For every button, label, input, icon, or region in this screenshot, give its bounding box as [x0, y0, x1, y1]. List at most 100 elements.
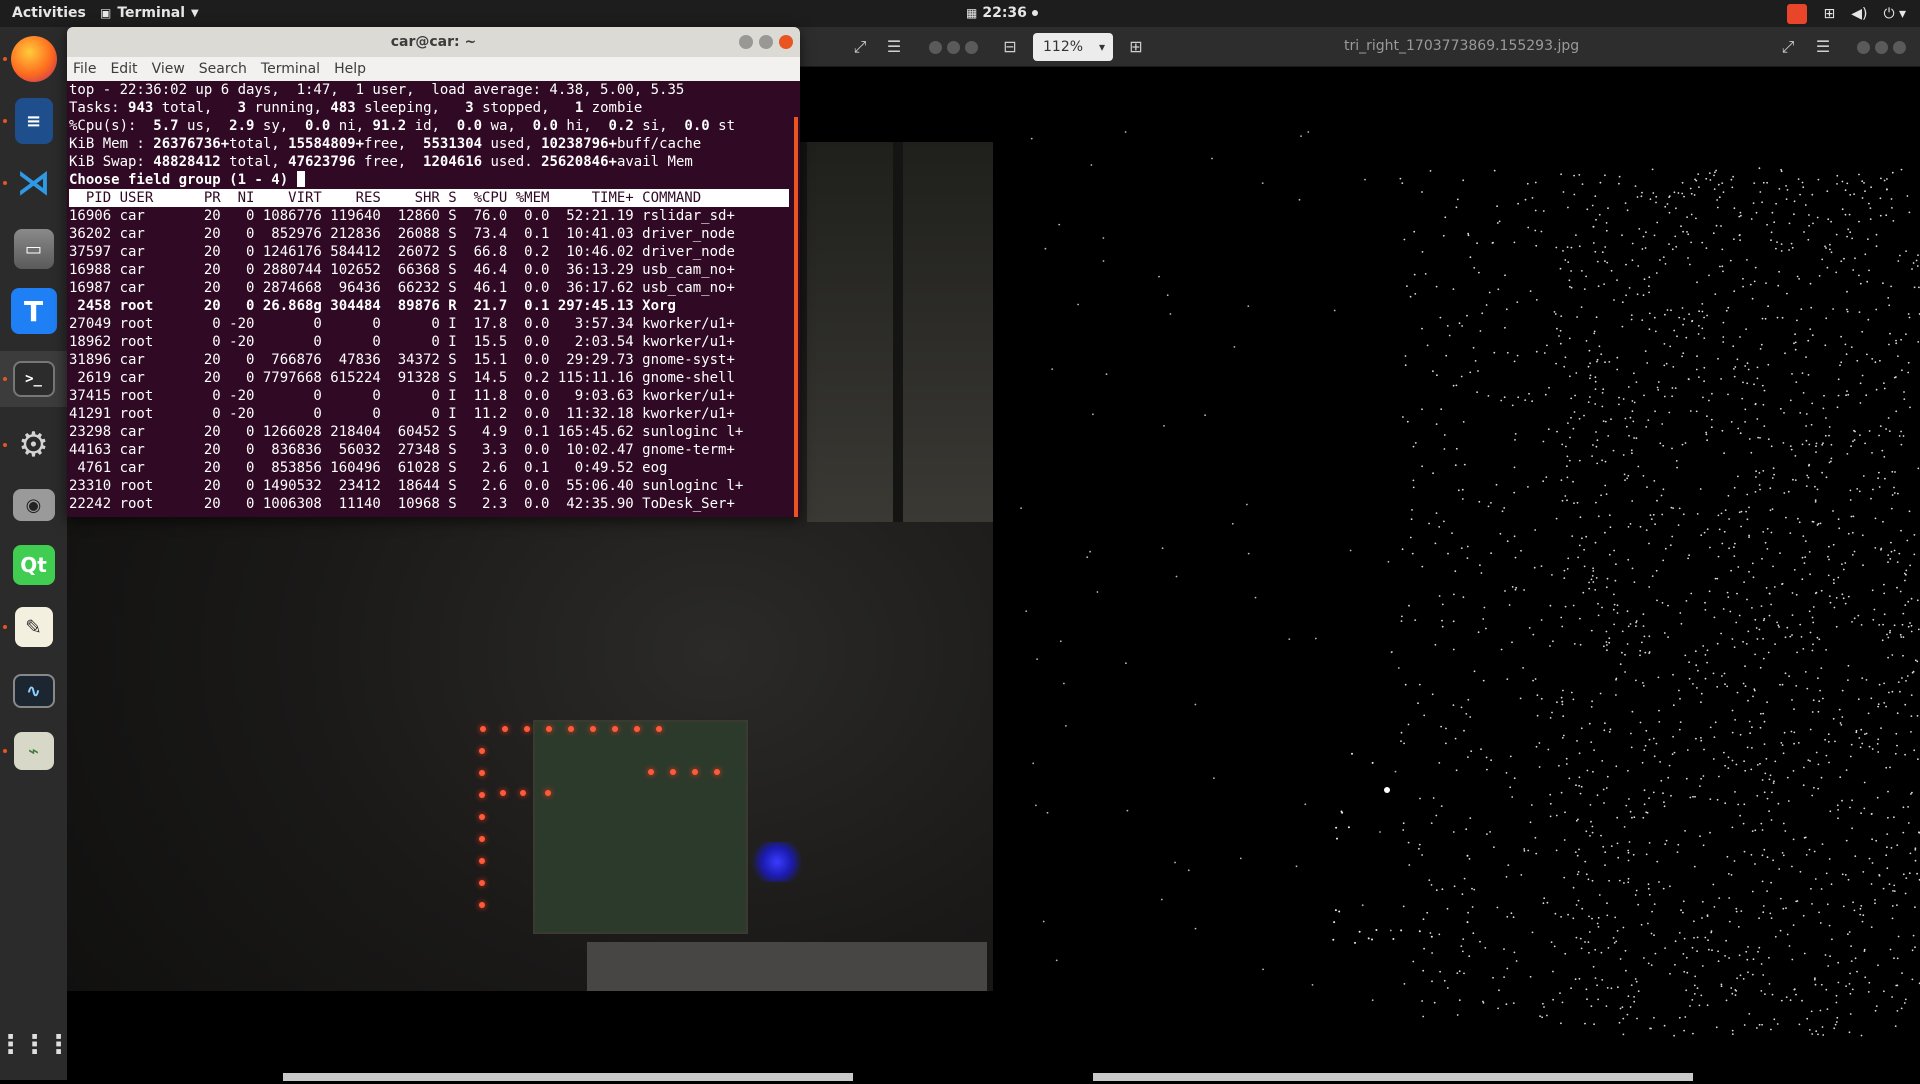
show-applications-button[interactable]: ⋮⋮⋮ — [0, 1017, 72, 1073]
led-light — [479, 836, 485, 842]
led-light — [590, 726, 596, 732]
process-table: 16906 car 20 0 1086776 119640 12860 S 76… — [69, 207, 792, 513]
dock-files[interactable]: ▭ — [0, 221, 67, 277]
system-tray[interactable]: ⊞ ◀) ⏻ ▾ — [1787, 4, 1906, 24]
menu-search[interactable]: Search — [199, 61, 247, 77]
camera-icon: ◉ — [12, 489, 55, 521]
sunlogin-icon[interactable] — [1787, 4, 1808, 24]
writer-icon: ≡ — [14, 98, 53, 144]
notification-dot — [1031, 10, 1038, 16]
dock-qt[interactable]: Qt — [0, 537, 67, 593]
dock-settings[interactable]: ⚙ — [0, 417, 67, 473]
terminal-icon: ▣ — [100, 6, 112, 20]
zoom-in-button[interactable]: ⊞ — [1123, 35, 1149, 59]
close-button[interactable] — [1893, 41, 1906, 54]
power-icon[interactable]: ⏻ ▾ — [1883, 6, 1906, 22]
menu-file[interactable]: File — [73, 61, 96, 77]
terminal-icon: >_ — [12, 361, 55, 397]
led-light — [479, 792, 485, 798]
terminal-output[interactable]: top - 22:36:02 up 6 days, 1:47, 1 user, … — [67, 81, 792, 517]
table-row: 23298 car 20 0 1266028 218404 60452 S 4.… — [69, 424, 744, 440]
menu-help[interactable]: Help — [334, 61, 366, 77]
firefox-icon — [10, 36, 57, 82]
close-button[interactable] — [779, 35, 793, 49]
fullscreen-icon[interactable]: ⤢ — [1775, 35, 1801, 59]
minimize-button[interactable] — [929, 41, 942, 54]
clock-time: 22:36 — [982, 5, 1027, 21]
table-row: 37415 root 0 -20 0 0 0 I 11.8 0.0 9:03.6… — [69, 388, 735, 404]
zoom-value: 112% — [1043, 39, 1084, 55]
process-table-header: PID USER PR NI VIRT RES SHR S %CPU %MEM … — [69, 189, 789, 207]
top-summary-line: top - 22:36:02 up 6 days, 1:47, 1 user, … — [69, 82, 685, 98]
minimize-button[interactable] — [1857, 41, 1870, 54]
text-cursor — [296, 171, 305, 187]
dock-vscode[interactable]: ⋊ — [0, 155, 67, 211]
led-light — [714, 769, 720, 775]
dock-camera[interactable]: ◉ — [0, 477, 67, 533]
minimize-button[interactable] — [739, 35, 753, 49]
terminal-window[interactable]: car@car: ~ File Edit View Search Termina… — [67, 27, 800, 517]
fullscreen-icon[interactable]: ⤢ — [847, 35, 873, 59]
led-light — [546, 726, 552, 732]
dock-terminal[interactable]: >_ — [0, 351, 67, 407]
app-name: Terminal — [117, 5, 186, 21]
terminal-title: car@car: ~ — [390, 34, 477, 50]
zoom-select[interactable]: 112% ▾ — [1033, 33, 1113, 61]
zoom-out-button[interactable]: ⊟ — [997, 35, 1023, 59]
led-light — [479, 770, 485, 776]
led-light — [480, 726, 486, 732]
dock-firefox[interactable] — [0, 31, 67, 87]
led-light — [520, 790, 526, 796]
dock-remmina[interactable]: ⌁ — [0, 723, 67, 779]
led-light — [479, 880, 485, 886]
table-row: 27049 root 0 -20 0 0 0 I 17.8 0.0 3:57.3… — [69, 316, 735, 332]
led-light — [479, 858, 485, 864]
top-bar: Activities ▣ Terminal ▼ ▦ 22:36 ⊞ ◀) ⏻ ▾ — [0, 0, 1920, 27]
led-light — [479, 814, 485, 820]
photo-led-board — [533, 720, 748, 934]
table-row: 4761 car 20 0 853856 160496 61028 S 2.6 … — [69, 460, 668, 476]
table-row: 36202 car 20 0 852976 212836 26088 S 73.… — [69, 226, 735, 242]
qt-icon: Qt — [12, 545, 55, 585]
system-monitor-icon: ∿ — [12, 674, 55, 708]
maximize-button[interactable] — [1875, 41, 1888, 54]
field-group-prompt[interactable]: Choose field group (1 - 4) — [69, 171, 792, 189]
led-light — [479, 902, 485, 908]
volume-icon[interactable]: ◀) — [1851, 6, 1867, 22]
terminal-menubar: File Edit View Search Terminal Help — [67, 57, 800, 81]
dock-system-monitor[interactable]: ∿ — [0, 663, 67, 719]
settings-icon: ⚙ — [18, 425, 49, 465]
chevron-down-icon: ▼ — [191, 7, 199, 19]
activities-button[interactable]: Activities — [12, 5, 86, 21]
files-icon: ▭ — [13, 229, 54, 269]
maximize-button[interactable] — [947, 41, 960, 54]
clock[interactable]: ▦ 22:36 — [966, 5, 1038, 21]
maximize-button[interactable] — [759, 35, 773, 49]
terminal-scrollbar[interactable] — [794, 117, 798, 517]
dock-writer[interactable]: ≡ — [0, 93, 67, 149]
menu-terminal[interactable]: Terminal — [261, 61, 320, 77]
led-light — [545, 790, 551, 796]
terminal-titlebar[interactable]: car@car: ~ — [67, 27, 800, 57]
menu-icon[interactable]: ☰ — [881, 35, 907, 59]
text-editor-icon: ✎ — [14, 607, 53, 647]
app-menu[interactable]: ▣ Terminal ▼ — [100, 5, 199, 21]
dock-text-editor[interactable]: ✎ — [0, 599, 67, 655]
photo-blue-light — [747, 842, 807, 882]
menu-icon[interactable]: ☰ — [1810, 35, 1836, 59]
table-row: 16988 car 20 0 2880744 102652 66368 S 46… — [69, 262, 735, 278]
table-row: 16987 car 20 0 2874668 96436 66232 S 46.… — [69, 280, 735, 296]
photo-box — [587, 942, 987, 991]
table-row: 41291 root 0 -20 0 0 0 I 11.2 0.0 11:32.… — [69, 406, 735, 422]
menu-edit[interactable]: Edit — [110, 61, 137, 77]
dock-todesk[interactable]: T — [0, 283, 67, 339]
network-icon[interactable]: ⊞ — [1823, 6, 1835, 22]
photo-window — [807, 142, 993, 522]
menu-view[interactable]: View — [152, 61, 185, 77]
led-light — [479, 748, 485, 754]
todesk-icon: T — [10, 288, 57, 334]
close-button[interactable] — [965, 41, 978, 54]
table-row: 23310 root 20 0 1490532 23412 18644 S 2.… — [69, 478, 744, 494]
table-row: 37597 car 20 0 1246176 584412 26072 S 66… — [69, 244, 735, 260]
table-row: 16906 car 20 0 1086776 119640 12860 S 76… — [69, 208, 735, 224]
